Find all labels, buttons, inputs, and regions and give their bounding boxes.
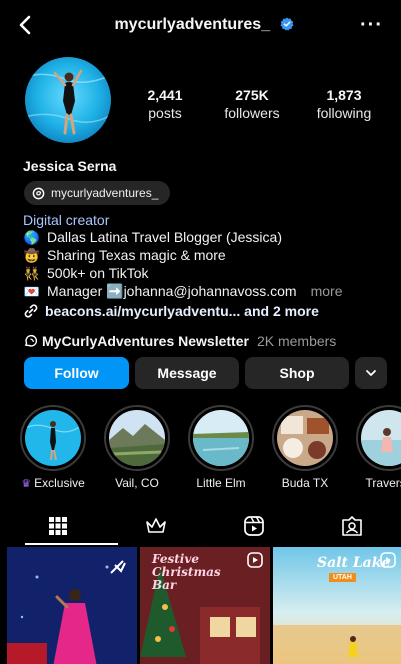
highlight-beach-image bbox=[361, 410, 401, 466]
highlight-pool-image bbox=[25, 410, 81, 466]
globe-icon: 🌎 bbox=[23, 230, 41, 245]
profile-link-text: beacons.ai/mycurlyadventu... and 2 more bbox=[45, 303, 319, 319]
bio-text-2: Sharing Texas magic & more bbox=[47, 247, 226, 263]
top-bar: mycurlyadventures_ ··· bbox=[7, 5, 401, 47]
shop-button[interactable]: Shop bbox=[245, 357, 349, 389]
bio-line-1: 🌎 Dallas Latina Travel Blogger (Jessica) bbox=[23, 229, 282, 246]
highlight-label: Little Elm bbox=[196, 476, 246, 490]
more-options-icon[interactable]: ··· bbox=[360, 14, 383, 37]
channel-icon bbox=[25, 334, 38, 347]
suggested-accounts-button[interactable] bbox=[355, 357, 387, 389]
profile-screen: mycurlyadventures_ ··· 2,441 posts 275K … bbox=[7, 5, 401, 664]
header-username: mycurlyadventures_ bbox=[114, 16, 271, 33]
post-overlay-subtitle: UTAH bbox=[329, 573, 356, 582]
highlight-mountain-image bbox=[109, 410, 165, 466]
post-overlay-text: Festive Christmas Bar bbox=[152, 552, 221, 592]
crown-icon bbox=[146, 518, 166, 533]
highlight-label: ♛ Exclusive bbox=[21, 476, 85, 490]
following-label: following bbox=[316, 105, 372, 121]
tab-tagged[interactable] bbox=[337, 511, 367, 541]
avatar-image bbox=[25, 57, 111, 143]
dancers-icon: 👯 bbox=[23, 266, 41, 281]
tagged-icon bbox=[342, 516, 362, 536]
stat-following[interactable]: 1,873 following bbox=[307, 87, 381, 121]
bio-text-3: 500k+ on TikTok bbox=[47, 265, 149, 281]
tab-posts[interactable] bbox=[43, 511, 73, 541]
highlight-label: Vail, CO bbox=[115, 476, 159, 490]
following-count: 1,873 bbox=[326, 87, 362, 103]
post-overlay-title: Salt Lake bbox=[317, 555, 391, 571]
highlight-label: Buda TX bbox=[281, 476, 329, 490]
newsletter-name: MyCurlyAdventures Newsletter bbox=[42, 333, 249, 349]
threads-handle: mycurlyadventures_ bbox=[51, 186, 159, 200]
threads-badge[interactable]: mycurlyadventures_ bbox=[24, 181, 171, 205]
post-tile-1[interactable] bbox=[7, 547, 137, 664]
highlight-vail[interactable]: Vail, CO bbox=[104, 405, 170, 490]
bio-text-1: Dallas Latina Travel Blogger (Jessica) bbox=[47, 229, 282, 245]
bio-text-4: Manager ➡️johanna@johannavoss.com bbox=[47, 283, 297, 299]
cowboy-face-icon: 🤠 bbox=[23, 248, 41, 263]
crown-icon: ♛ bbox=[21, 478, 32, 490]
bio-line-4: 💌 Manager ➡️johanna@johannavoss.com more bbox=[23, 283, 343, 300]
highlight-exclusive[interactable]: ♛ Exclusive bbox=[20, 405, 86, 490]
reels-icon bbox=[244, 516, 264, 536]
profile-full-name: Jessica Serna bbox=[23, 158, 117, 174]
love-letter-icon: 💌 bbox=[23, 284, 41, 299]
stat-posts[interactable]: 2,441 posts bbox=[135, 87, 195, 121]
link-icon bbox=[24, 304, 38, 318]
highlight-little-elm[interactable]: Little Elm bbox=[188, 405, 254, 490]
posts-label: posts bbox=[148, 105, 182, 121]
followers-count: 275K bbox=[235, 87, 269, 103]
highlight-buda[interactable]: Buda TX bbox=[272, 405, 338, 490]
newsletter-channel[interactable]: MyCurlyAdventures Newsletter 2K members bbox=[23, 333, 336, 349]
follow-button[interactable]: Follow bbox=[24, 357, 129, 389]
followers-label: followers bbox=[224, 105, 280, 121]
bio-line-2: 🤠 Sharing Texas magic & more bbox=[23, 247, 226, 264]
stat-followers[interactable]: 275K followers bbox=[217, 87, 287, 121]
chevron-down-icon bbox=[366, 370, 376, 376]
tab-subscriptions[interactable] bbox=[141, 511, 171, 541]
post-tile-2[interactable]: Festive Christmas Bar bbox=[140, 547, 270, 664]
tab-reels[interactable] bbox=[239, 511, 269, 541]
newsletter-members: 2K members bbox=[256, 333, 337, 349]
verified-badge-icon bbox=[280, 17, 294, 31]
highlight-label: Traverse bbox=[365, 476, 401, 490]
profile-link[interactable]: beacons.ai/mycurlyadventu... and 2 more bbox=[23, 303, 319, 319]
active-tab-indicator bbox=[25, 543, 118, 545]
profile-avatar[interactable] bbox=[25, 57, 111, 143]
bio-line-3: 👯 500k+ on TikTok bbox=[23, 265, 149, 282]
highlight-traverse[interactable]: Traverse bbox=[356, 405, 401, 490]
message-button[interactable]: Message bbox=[135, 357, 239, 389]
highlight-food-image bbox=[277, 410, 333, 466]
post-image-stage bbox=[7, 547, 137, 664]
content-tabs bbox=[7, 505, 401, 547]
bio-more-link[interactable]: more bbox=[311, 283, 343, 299]
header-username-group: mycurlyadventures_ bbox=[7, 16, 401, 34]
grid-icon bbox=[49, 517, 67, 535]
highlight-lake-image bbox=[193, 410, 249, 466]
posts-count: 2,441 bbox=[147, 87, 183, 103]
threads-icon bbox=[32, 187, 45, 199]
profile-category: Digital creator bbox=[23, 212, 110, 228]
post-tile-3[interactable]: Salt Lake UTAH bbox=[273, 547, 401, 664]
